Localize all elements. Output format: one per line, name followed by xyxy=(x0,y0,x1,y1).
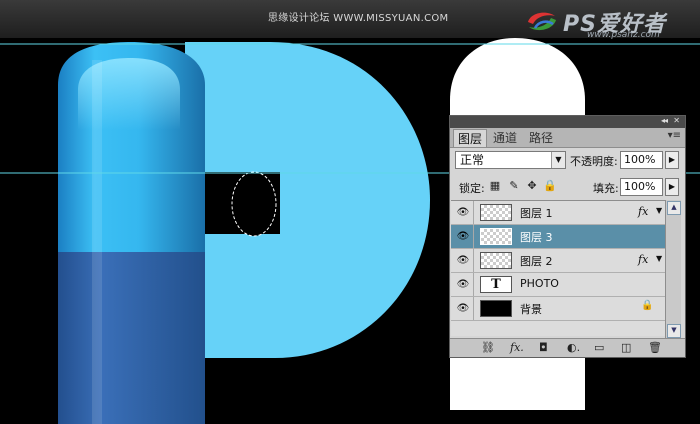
eye-icon[interactable]: 👁 xyxy=(455,301,471,316)
layer-name: 图层 1 xyxy=(520,207,553,220)
layer-row[interactable]: 👁 图层 1 fx ▼ xyxy=(451,201,665,225)
trash-icon[interactable]: 🗑 xyxy=(648,341,662,355)
layer-row[interactable]: 👁 背景 🔒 xyxy=(451,297,665,321)
lock-transparency-icon[interactable]: ▦ xyxy=(488,179,502,193)
close-icon[interactable]: ✕ xyxy=(673,116,680,125)
fill-slider-button[interactable]: ▶ xyxy=(665,178,679,196)
layer-thumbnail xyxy=(480,204,512,221)
panel-bottom-toolbar: ⛓ fx. ◘ ◐. ▭ ◫ 🗑 xyxy=(450,338,685,357)
tab-layers[interactable]: 图层 xyxy=(453,129,488,147)
layers-panel: ◂◂ ✕ 图层 通道 路径 ▾≡ 正常 ▼ 不透明度: 100% ▶ 锁定: ▦… xyxy=(449,115,686,358)
layer-thumbnail xyxy=(480,228,512,245)
lock-paint-icon[interactable]: ✎ xyxy=(507,179,521,193)
lock-icon: 🔒 xyxy=(641,300,654,311)
eye-icon[interactable]: 👁 xyxy=(455,253,471,268)
link-icon[interactable]: ⛓ xyxy=(481,341,495,355)
lock-row: 锁定: ▦ ✎ ✥ 🔒 填充: 100% ▶ xyxy=(450,176,685,198)
logo-swirl-icon xyxy=(528,12,556,31)
eye-icon[interactable]: 👁 xyxy=(455,277,471,292)
group-folder-icon[interactable]: ▭ xyxy=(594,341,604,355)
blue-pill-shape xyxy=(58,42,205,424)
lock-all-icon[interactable]: 🔒 xyxy=(543,179,557,193)
layers-list: 👁 图层 1 fx ▼ 👁 图层 3 👁 图层 2 fx ▼ 👁 T PHOTO… xyxy=(451,200,665,336)
layer-row-selected[interactable]: 👁 图层 3 xyxy=(451,225,665,249)
lock-label: 锁定: xyxy=(459,182,485,195)
header-bar: 思缘设计论坛 WWW.MISSYUAN.COM PS爱好者 www.psahz.… xyxy=(0,0,700,40)
fill-label: 填充: xyxy=(593,182,619,195)
fx-badge[interactable]: fx xyxy=(638,205,648,218)
panel-tabs: 图层 通道 路径 ▾≡ xyxy=(450,128,685,148)
tab-channels[interactable]: 通道 xyxy=(489,129,521,147)
mask-icon[interactable]: ◘ xyxy=(539,341,548,355)
layer-thumbnail xyxy=(480,300,512,317)
scroll-up-icon[interactable]: ▲ xyxy=(667,201,681,215)
blend-row: 正常 ▼ 不透明度: 100% ▶ xyxy=(450,149,685,171)
fx-badge[interactable]: fx xyxy=(638,253,648,266)
layer-name: PHOTO xyxy=(520,277,559,290)
panel-menu-icon[interactable]: ▾≡ xyxy=(668,130,681,141)
watermark-text: 思缘设计论坛 WWW.MISSYUAN.COM xyxy=(268,13,449,24)
panel-titlebar: ◂◂ ✕ xyxy=(450,116,685,128)
opacity-slider-button[interactable]: ▶ xyxy=(665,151,679,169)
layer-thumbnail xyxy=(480,252,512,269)
fill-input[interactable]: 100% xyxy=(620,178,663,196)
new-layer-icon[interactable]: ◫ xyxy=(621,341,631,355)
opacity-label: 不透明度: xyxy=(570,155,618,168)
eye-icon[interactable]: 👁 xyxy=(455,205,471,220)
layers-scrollbar[interactable]: ▲ ▼ xyxy=(665,200,681,339)
blend-mode-value: 正常 xyxy=(460,153,485,167)
layer-name: 图层 2 xyxy=(520,255,553,268)
tab-paths[interactable]: 路径 xyxy=(525,129,557,147)
logo-url: www.psahz.com xyxy=(587,30,660,40)
chevron-down-icon: ▼ xyxy=(551,152,565,168)
layer-row[interactable]: 👁 T PHOTO xyxy=(451,273,665,297)
text-layer-thumbnail: T xyxy=(480,276,512,293)
expand-arrow-icon[interactable]: ▼ xyxy=(656,206,662,215)
expand-arrow-icon[interactable]: ▼ xyxy=(656,254,662,263)
layer-name: 图层 3 xyxy=(520,231,553,244)
lock-position-icon[interactable]: ✥ xyxy=(525,179,539,193)
site-logo: PS爱好者 www.psahz.com xyxy=(521,6,686,40)
eye-icon[interactable]: 👁 xyxy=(455,229,471,244)
adjustment-icon[interactable]: ◐. xyxy=(567,341,580,355)
collapse-icon[interactable]: ◂◂ xyxy=(661,116,668,125)
layer-row[interactable]: 👁 图层 2 fx ▼ xyxy=(451,249,665,273)
blend-mode-select[interactable]: 正常 ▼ xyxy=(455,151,566,169)
opacity-input[interactable]: 100% xyxy=(620,151,663,169)
fx-icon[interactable]: fx. xyxy=(510,341,524,355)
layer-name: 背景 xyxy=(520,303,542,316)
scroll-down-icon[interactable]: ▼ xyxy=(667,324,681,338)
